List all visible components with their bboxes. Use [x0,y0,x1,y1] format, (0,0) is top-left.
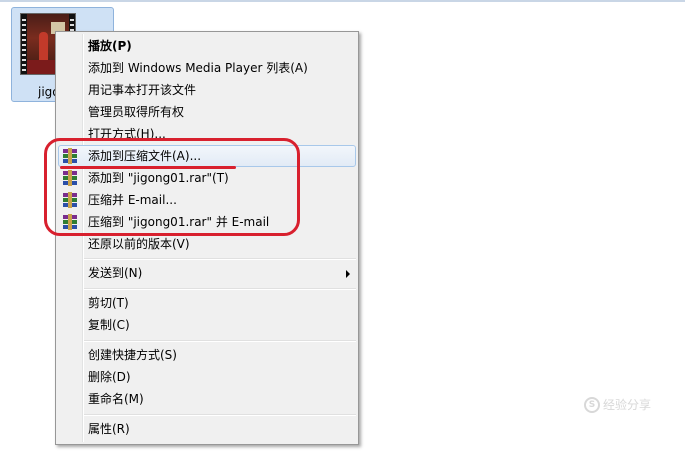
menu-item-add-to-wmp-list[interactable]: 添加到 Windows Media Player 列表(A) [58,57,356,79]
top-border [0,0,685,2]
annotation-highlight-box [44,138,300,236]
menu-item-properties[interactable]: 属性(R) [58,418,356,440]
watermark-logo-icon: S [584,396,600,413]
menu-item-copy[interactable]: 复制(C) [58,314,356,336]
menu-item-send-to[interactable]: 发送到(N) [58,262,356,284]
annotation-underline [60,166,236,169]
menu-item-delete[interactable]: 删除(D) [58,366,356,388]
menu-item-rename[interactable]: 重命名(M) [58,388,356,410]
menu-item-cut[interactable]: 剪切(T) [58,292,356,314]
watermark: S 经验分享 [584,396,651,413]
menu-separator [84,414,356,416]
menu-item-open-with-notepad[interactable]: 用记事本打开该文件 [58,79,356,101]
menu-item-play[interactable]: 播放(P) [58,35,356,57]
menu-item-restore-previous-versions[interactable]: 还原以前的版本(V) [58,233,356,255]
menu-separator [84,340,356,342]
menu-item-create-shortcut[interactable]: 创建快捷方式(S) [58,344,356,366]
submenu-arrow-icon [346,270,350,278]
menu-item-take-ownership[interactable]: 管理员取得所有权 [58,101,356,123]
menu-separator [84,288,356,290]
menu-separator [84,258,356,260]
context-menu: 播放(P) 添加到 Windows Media Player 列表(A) 用记事… [55,31,359,445]
